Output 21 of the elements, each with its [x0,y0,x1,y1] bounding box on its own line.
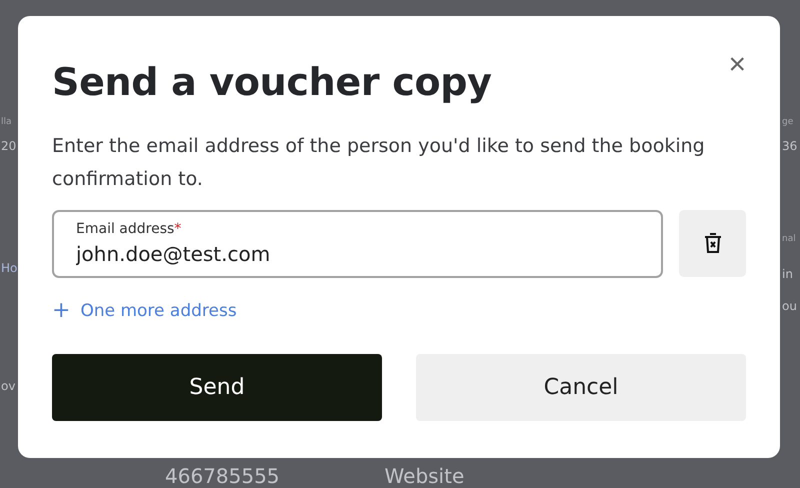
background-text: 20 [1,140,16,152]
email-field[interactable]: Email address* john.doe@test.com [52,210,663,278]
background-text: in [782,268,793,280]
trash-icon [702,232,722,254]
background-text: nal [782,235,796,244]
background-text: 466785555 [165,466,280,486]
cancel-button[interactable]: Cancel [416,354,746,421]
send-button[interactable]: Send [52,354,382,421]
dialog-description: Enter the email address of the person you'd like to send the booking confirmation to. [52,134,706,192]
background-text: 36 [782,140,798,152]
close-button[interactable]: × [728,50,746,80]
email-input[interactable]: john.doe@test.com [76,242,639,266]
background-text: ov [1,380,16,392]
background-text: lla [1,118,12,127]
background-text: ou [782,300,797,312]
add-address-link[interactable]: + One more address [52,300,237,322]
background-text: ge [782,118,794,127]
background-text: Ho [1,262,18,274]
delete-button[interactable] [679,210,746,277]
dialog-title: Send a voucher copy [52,62,492,104]
background-text: Website [384,466,464,486]
